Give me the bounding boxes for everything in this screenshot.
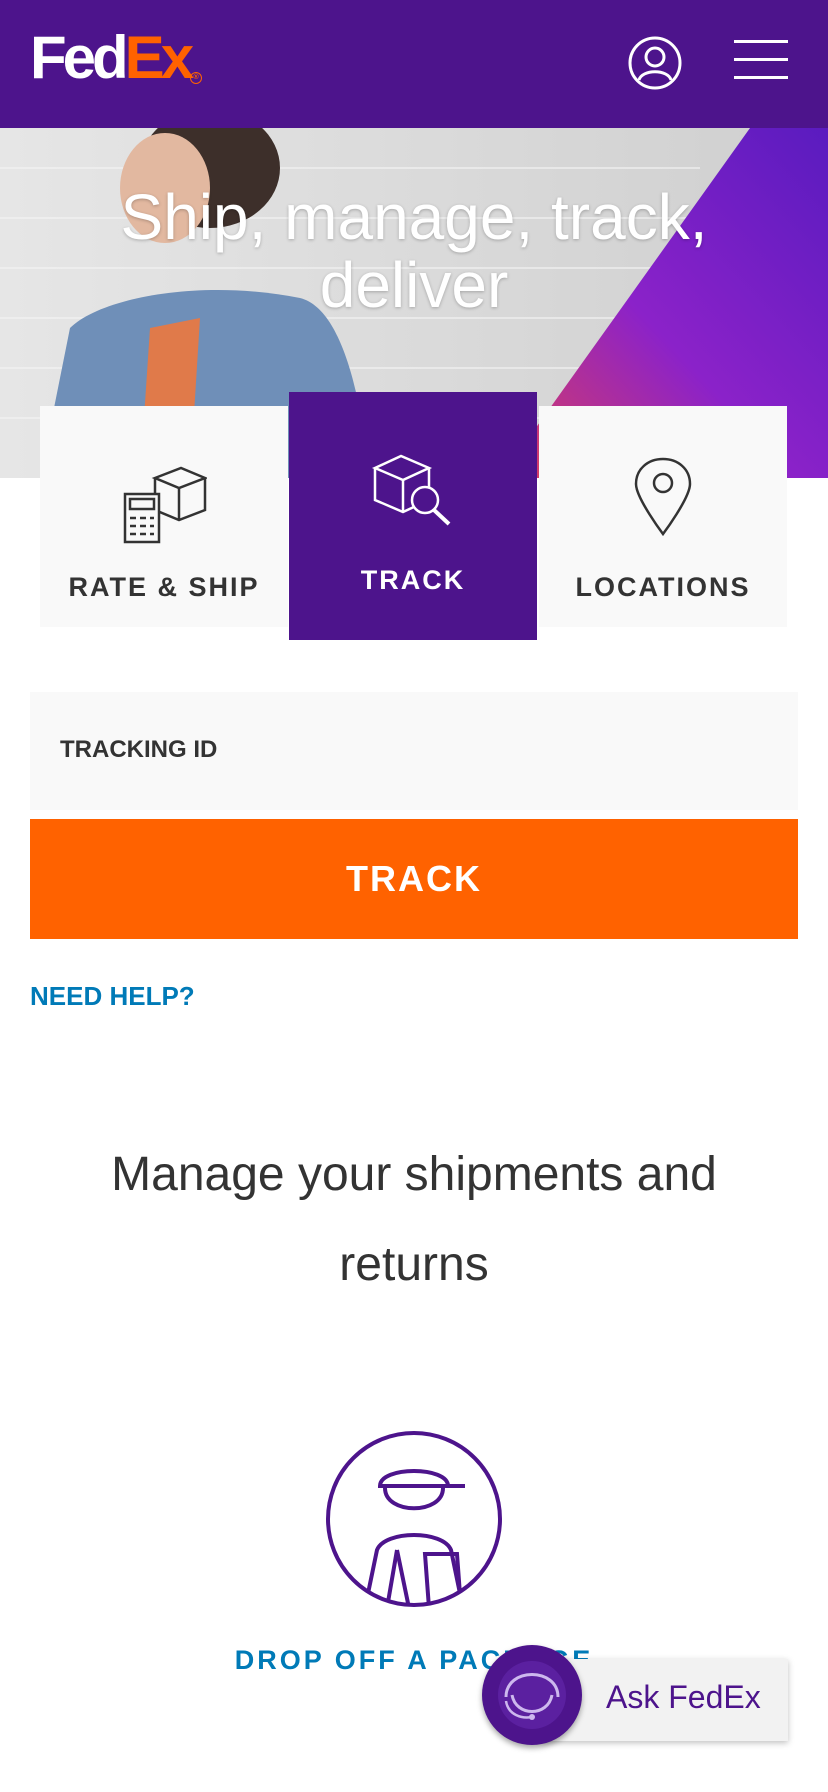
- user-circle-icon[interactable]: [627, 35, 683, 91]
- tab-locations-label: LOCATIONS: [575, 572, 751, 602]
- track-button[interactable]: TRACK: [30, 819, 798, 939]
- logo-fed: Fed: [30, 24, 129, 91]
- logo-ex: Ex: [124, 24, 194, 91]
- hero-title: Ship, manage, track, deliver: [0, 183, 828, 319]
- fedex-logo[interactable]: FedEx ®: [30, 28, 203, 88]
- hero-title-line1: Ship, manage, track,: [120, 181, 708, 253]
- box-search-icon: [371, 454, 451, 526]
- logo-registered-mark: ®: [190, 72, 203, 84]
- courier-icon[interactable]: [325, 1430, 503, 1608]
- action-tabs: RATE & SHIP TRACK LOCATIONS: [40, 392, 788, 640]
- need-help-link[interactable]: NEED HELP?: [30, 981, 195, 1012]
- agent-face-icon: [498, 1661, 566, 1729]
- calculator-box-icon: [123, 466, 207, 544]
- tab-track[interactable]: TRACK: [289, 392, 537, 640]
- headset-agent-icon[interactable]: [482, 1645, 582, 1745]
- manage-section-title: Manage your shipments and returns: [60, 1130, 768, 1310]
- tracking-id-label: TRACKING ID: [60, 736, 218, 763]
- map-pin-icon: [634, 457, 692, 537]
- site-header: FedEx ®: [0, 0, 828, 128]
- ask-fedex-label[interactable]: Ask FedEx: [606, 1679, 761, 1716]
- tab-rate-ship[interactable]: RATE & SHIP: [40, 406, 288, 627]
- tab-locations[interactable]: LOCATIONS: [539, 406, 787, 627]
- manage-title-line1: Manage your shipments and: [111, 1148, 717, 1201]
- tracking-id-input[interactable]: TRACKING ID: [30, 692, 798, 810]
- manage-title-line2: returns: [339, 1238, 489, 1291]
- hero-title-line2: deliver: [319, 249, 509, 321]
- hamburger-menu-icon[interactable]: [734, 38, 788, 82]
- ask-fedex-widget[interactable]: Ask FedEx: [482, 1645, 788, 1745]
- tab-track-label: TRACK: [360, 565, 466, 595]
- tab-rate-ship-label: RATE & SHIP: [68, 572, 260, 602]
